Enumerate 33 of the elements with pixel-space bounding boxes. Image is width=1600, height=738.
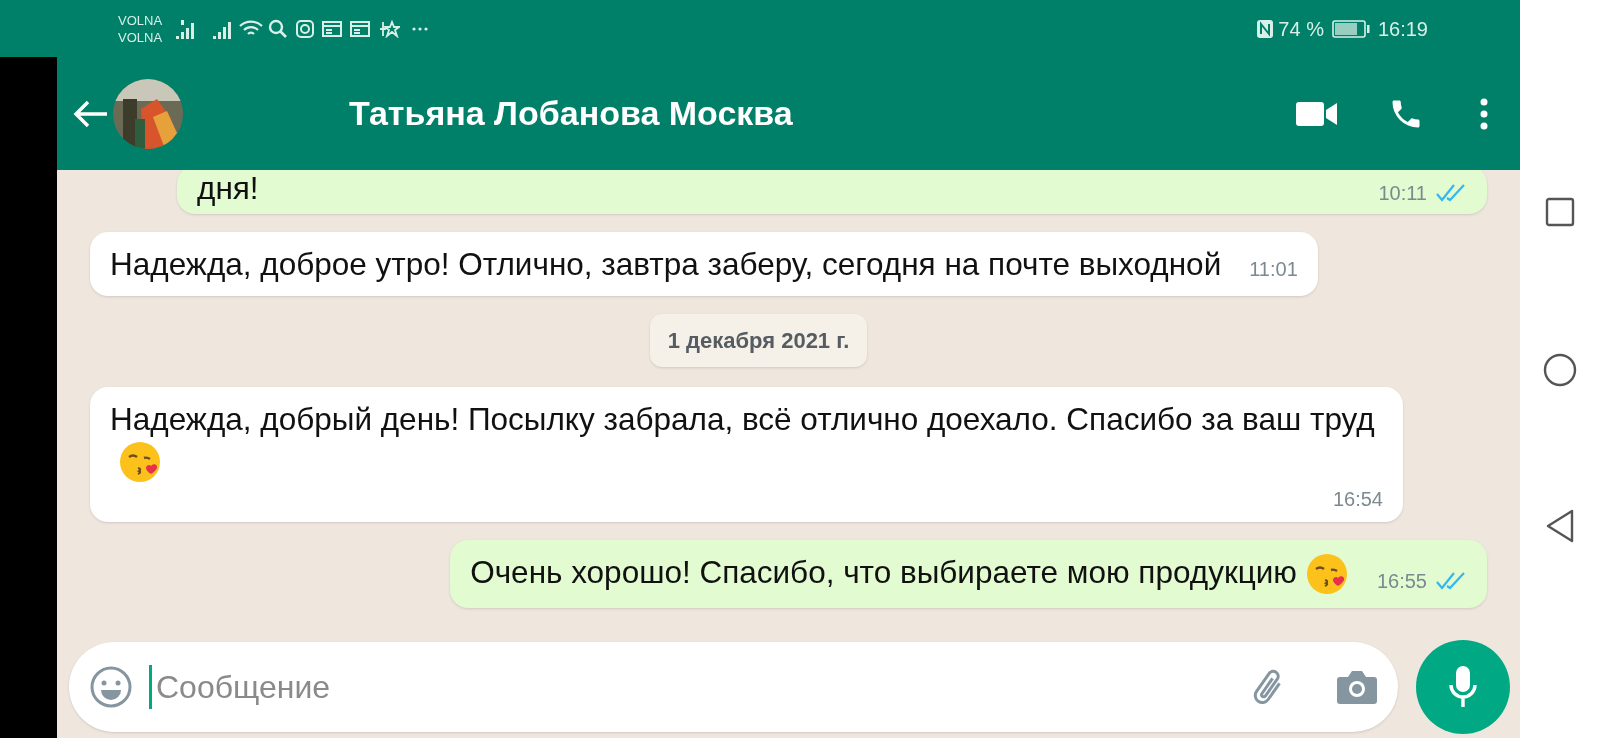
search-icon: [268, 18, 289, 39]
contact-name[interactable]: Татьяна Лобанова Москва: [349, 88, 793, 139]
message-text: Надежда, доброе утро! Отлично, завтра заберу, сегодня на почте выходной: [110, 245, 1222, 284]
battery-percent: 74 %: [1278, 16, 1324, 42]
carrier-name: VOLNA: [118, 11, 163, 29]
more-icon: [412, 26, 429, 31]
message-text: дня!: [197, 169, 260, 208]
message-time: 16:54: [1332, 486, 1383, 512]
menu-icon[interactable]: [1480, 97, 1488, 130]
back-arrow-icon[interactable]: [73, 98, 109, 129]
message-field[interactable]: Сообщение: [69, 642, 1398, 732]
carrier-name: VOLNA: [118, 28, 163, 46]
video-call-icon[interactable]: [1296, 100, 1338, 127]
camera-app-icon: [296, 19, 315, 38]
date-chip: 1 декабря 2021 г.: [649, 314, 868, 367]
microphone-icon: [1448, 665, 1478, 709]
battery-icon: [1331, 19, 1370, 38]
home-icon[interactable]: [1543, 353, 1577, 387]
nfc-icon: [1256, 18, 1275, 39]
star-icon: [378, 19, 401, 38]
calendar-icon: [322, 20, 343, 37]
calendar-icon: [350, 20, 371, 37]
message-time: 10:11: [1378, 181, 1427, 206]
clock: 16:19: [1377, 16, 1428, 42]
message-input[interactable]: Сообщение: [149, 665, 1250, 709]
camera-icon[interactable]: [1336, 669, 1378, 705]
emoji-icon[interactable]: [89, 665, 133, 709]
message-time: 11:01: [1249, 257, 1298, 282]
message-text: Очень хорошо! Спасибо, что выбираете мою продукцию: [470, 551, 1349, 597]
message-time: 16:55: [1376, 569, 1427, 595]
message-text: Надежда, добрый день! Посылку забрала, всё отлично доехало. Спасибо за ваш труд: [110, 399, 1383, 484]
recents-icon[interactable]: [1545, 197, 1575, 227]
back-icon[interactable]: [1545, 509, 1575, 543]
